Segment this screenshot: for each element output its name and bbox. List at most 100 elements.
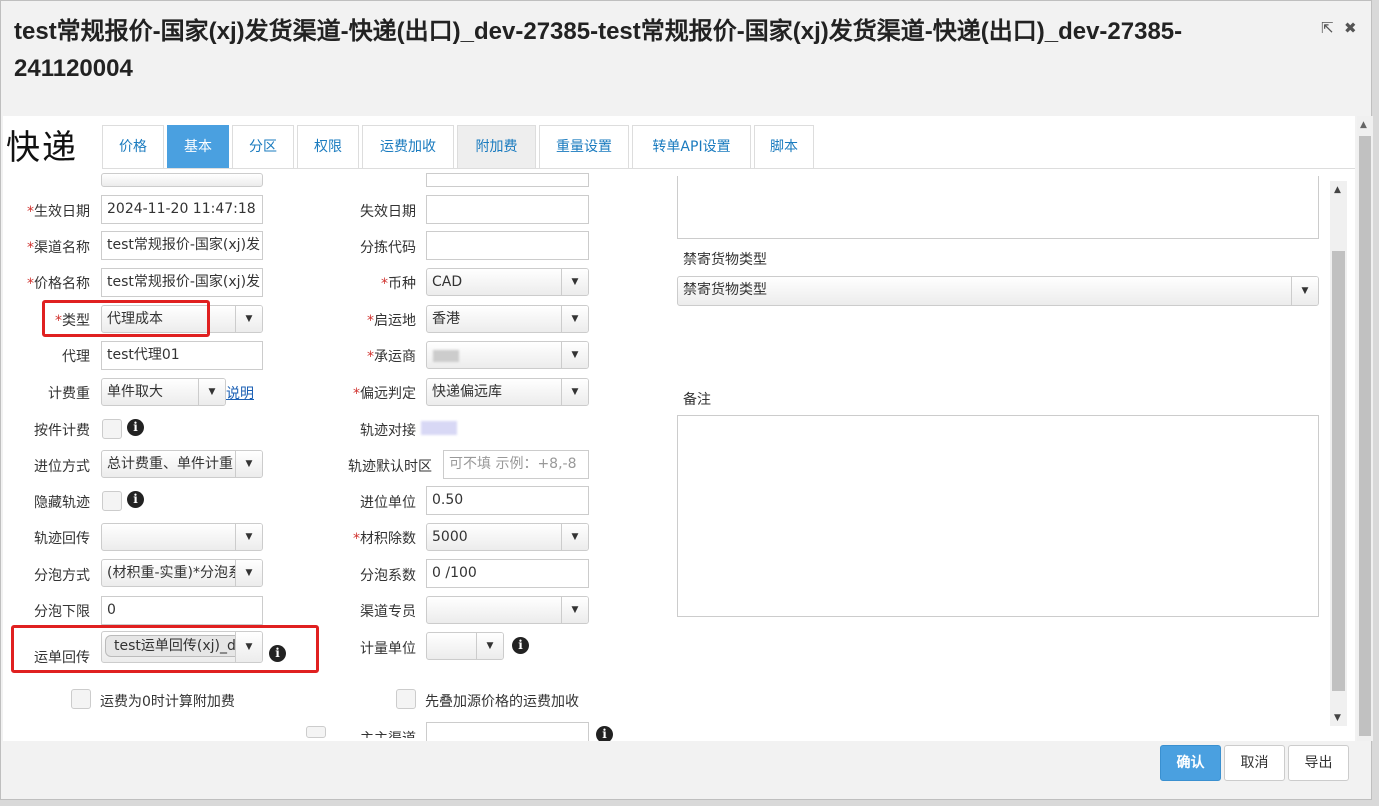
express-logo: 快递 [6, 128, 78, 168]
price-name-input[interactable]: test常规报价-国家(xj)发 [101, 268, 263, 297]
tab-price[interactable]: 价格 [102, 125, 164, 168]
charge-weight-help-link[interactable]: 说明 [226, 383, 254, 403]
chevron-down-icon: ▼ [198, 379, 225, 405]
remarks-textarea[interactable] [677, 415, 1319, 617]
partial-field-input[interactable] [426, 722, 589, 741]
channel-specialist-select[interactable]: ▼ [426, 596, 589, 624]
charge-weight-label: 计费重 [48, 386, 90, 402]
effective-date-input[interactable]: 2024-11-20 11:47:18 [101, 195, 263, 224]
sort-code-input[interactable] [426, 231, 589, 260]
scrollbar-thumb[interactable] [1332, 251, 1345, 691]
tab-script[interactable]: 脚本 [754, 125, 814, 168]
scroll-down-icon[interactable]: ▼ [1334, 713, 1341, 723]
scrolled-field-mid[interactable] [426, 173, 589, 187]
dialog-window: test常规报价-国家(xj)发货渠道-快递(出口)_dev-27385-tes… [0, 0, 1373, 800]
bubble-method-select[interactable]: (材积重-实重)*分泡系数 ▼ [101, 559, 263, 587]
tab-additional-fee[interactable]: 附加费 [457, 125, 536, 168]
remote-check-select[interactable]: 快递偏远库 ▼ [426, 378, 589, 406]
stack-source-checkbox[interactable] [396, 689, 416, 709]
measure-unit-select[interactable]: ▼ [426, 632, 504, 660]
chevron-down-icon: ▼ [235, 560, 262, 586]
track-return-select[interactable]: ▼ [101, 523, 263, 551]
volume-divisor-select[interactable]: 5000 ▼ [426, 523, 589, 551]
carrier-label: *承运商 [367, 349, 416, 365]
info-icon[interactable]: i [127, 419, 144, 436]
export-button[interactable]: 导出 [1288, 745, 1349, 781]
scrollbar-thumb[interactable] [1359, 136, 1371, 736]
rounding-label: 进位方式 [34, 459, 90, 475]
channel-name-input[interactable]: test常规报价-国家(xj)发 [101, 231, 263, 260]
hide-track-checkbox[interactable] [102, 491, 122, 511]
bubble-min-input[interactable]: 0 [101, 596, 263, 625]
dialog-scrollbar[interactable]: ▲ [1357, 116, 1373, 741]
agent-label: 代理 [62, 349, 90, 365]
type-highlight-box [42, 300, 210, 337]
waybill-highlight-box [11, 625, 319, 673]
partial-checkbox[interactable] [306, 726, 326, 738]
hide-track-label: 隐藏轨迹 [34, 495, 90, 511]
carrier-redacted [433, 350, 459, 362]
partial-field-label: 主主渠道 [333, 728, 416, 738]
tab-transfer-api[interactable]: 转单API设置 [632, 125, 751, 168]
chevron-down-icon: ▼ [561, 342, 588, 368]
chevron-down-icon: ▼ [476, 633, 503, 659]
expiry-date-input[interactable] [426, 195, 589, 224]
per-piece-checkbox[interactable] [102, 419, 122, 439]
dialog-title: test常规报价-国家(xj)发货渠道-快递(出口)_dev-27385-tes… [14, 18, 1183, 82]
dialog-content: 快递 价格 基本 分区 权限 运费加收 附加费 重量设置 转单API设置 脚本 … [3, 116, 1355, 741]
expiry-date-label: 失效日期 [360, 204, 416, 220]
chevron-down-icon: ▼ [561, 269, 588, 295]
tab-divider [102, 168, 1355, 169]
agent-input[interactable]: test代理01 [101, 341, 263, 370]
form-scrollbar[interactable]: ▲ ▼ [1330, 181, 1347, 726]
scroll-up-icon[interactable]: ▲ [1334, 185, 1341, 195]
close-icon[interactable]: ✖ [1344, 19, 1357, 37]
prohibited-goods-select[interactable]: 禁寄货物类型 ▼ [677, 276, 1319, 306]
origin-select[interactable]: 香港 ▼ [426, 305, 589, 333]
cancel-button[interactable]: 取消 [1224, 745, 1285, 781]
bubble-method-label: 分泡方式 [34, 568, 90, 584]
info-icon[interactable]: i [127, 491, 144, 508]
carrier-select[interactable]: ▼ [426, 341, 589, 369]
tab-zone[interactable]: 分区 [232, 125, 294, 168]
tab-freight-surcharge[interactable]: 运费加收 [362, 125, 454, 168]
stack-source-label: 先叠加源价格的运费加收 [425, 694, 579, 710]
restore-icon[interactable]: ⇱ [1321, 19, 1334, 37]
upper-text-area[interactable] [677, 176, 1319, 239]
info-icon[interactable]: i [512, 637, 529, 654]
rounding-unit-input[interactable]: 0.50 [426, 486, 589, 515]
volume-divisor-label: *材积除数 [353, 531, 416, 547]
track-timezone-input[interactable]: 可不填 示例：+8,-8 [443, 450, 589, 479]
scrolled-field-left[interactable] [101, 173, 263, 187]
rounding-unit-label: 进位单位 [360, 495, 416, 511]
charge-weight-select[interactable]: 单件取大 ▼ [101, 378, 226, 406]
measure-unit-label: 计量单位 [360, 641, 416, 657]
zero-freight-checkbox[interactable] [71, 689, 91, 709]
currency-select[interactable]: CAD ▼ [426, 268, 589, 296]
tab-weight-settings[interactable]: 重量设置 [539, 125, 629, 168]
info-icon[interactable]: i [596, 726, 613, 741]
chevron-down-icon: ▼ [561, 379, 588, 405]
bubble-ratio-label: 分泡系数 [360, 568, 416, 584]
prohibited-goods-label: 禁寄货物类型 [683, 252, 767, 268]
track-docking-label: 轨迹对接 [360, 423, 416, 439]
tab-permission[interactable]: 权限 [297, 125, 359, 168]
bubble-ratio-input[interactable]: 0 /100 [426, 559, 589, 588]
track-timezone-label: 轨迹默认时区 [348, 459, 432, 475]
tab-basic[interactable]: 基本 [167, 125, 229, 168]
scroll-up-icon[interactable]: ▲ [1360, 120, 1367, 130]
track-return-label: 轨迹回传 [34, 531, 90, 547]
per-piece-label: 按件计费 [34, 423, 90, 439]
remarks-label: 备注 [683, 392, 711, 408]
zero-freight-label: 运费为0时计算附加费 [100, 694, 235, 710]
confirm-button[interactable]: 确认 [1160, 745, 1221, 781]
effective-date-label: *生效日期 [27, 204, 90, 220]
track-docking-redacted [421, 421, 457, 435]
chevron-down-icon: ▼ [235, 306, 262, 332]
rounding-select[interactable]: 总计费重、单件计重 ▼ [101, 450, 263, 478]
chevron-down-icon: ▼ [235, 524, 262, 550]
price-name-label: *价格名称 [27, 276, 90, 292]
dialog-footer: 确认 取消 导出 [3, 741, 1355, 787]
channel-specialist-label: 渠道专员 [360, 604, 416, 620]
chevron-down-icon: ▼ [561, 524, 588, 550]
